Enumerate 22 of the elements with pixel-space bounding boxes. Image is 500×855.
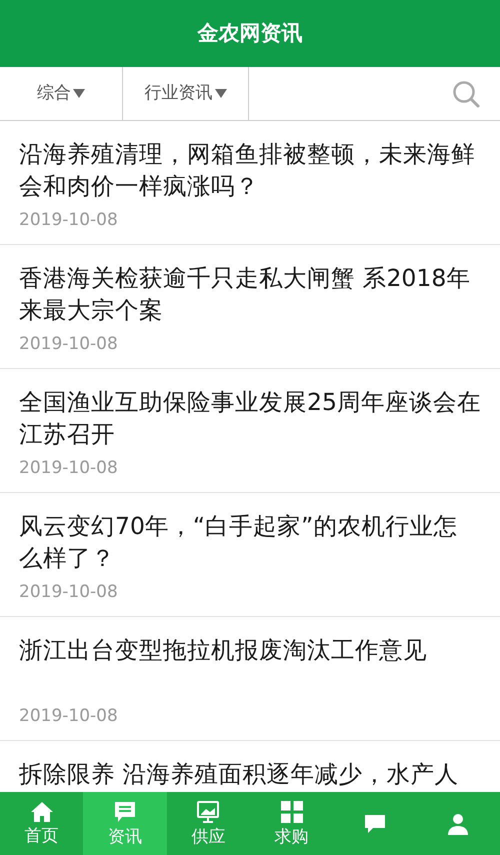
home-icon bbox=[30, 801, 54, 823]
news-date: 2019-10-08 bbox=[19, 705, 119, 728]
news-title: 浙江出台变型拖拉机报废淘汰工作意见 bbox=[19, 635, 428, 666]
news-title: 沿海养殖清理，网箱鱼排被整顿，未来海鲜会和肉价一样疯涨吗？ bbox=[19, 139, 476, 202]
search-icon[interactable] bbox=[452, 80, 480, 108]
news-date: 2019-10-08 bbox=[19, 457, 119, 480]
filter-dropdown[interactable]: 行业资讯 bbox=[123, 67, 249, 120]
chat-bubble-icon bbox=[112, 800, 137, 824]
filter-dropdown[interactable]: 综合 bbox=[0, 67, 123, 120]
person-icon bbox=[446, 812, 470, 836]
grid-icon bbox=[280, 800, 304, 824]
news-date: 2019-10-08 bbox=[19, 333, 119, 356]
caret-icon bbox=[73, 89, 85, 98]
caret-icon bbox=[214, 89, 226, 98]
news-date: 2019-10-08 bbox=[19, 209, 119, 232]
news-title: 香港海关检获逾千只走私大闸蟹 系2018年来最大宗个案 bbox=[19, 263, 472, 326]
news-title: 全国渔业互助保险事业发展25周年座谈会在江苏召开 bbox=[19, 387, 481, 450]
monitor-icon bbox=[196, 800, 220, 824]
news-title: 拆除限养 沿海养殖面积逐年减少，水产人 bbox=[19, 759, 460, 790]
page-title: 金农网资讯 bbox=[198, 20, 302, 47]
news-date: 2019-10-08 bbox=[19, 581, 119, 604]
news-title: 风云变幻70年，“白手起家”的农机行业怎么样了？ bbox=[19, 511, 458, 574]
